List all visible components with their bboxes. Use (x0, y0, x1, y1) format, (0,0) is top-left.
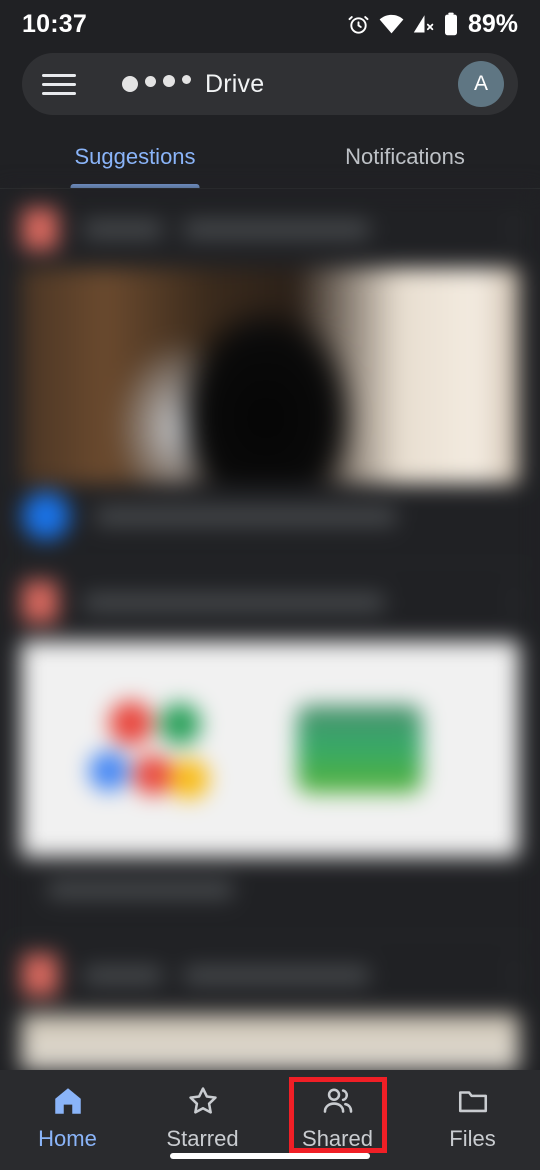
suggestion-card[interactable] (0, 563, 540, 936)
wifi-icon (379, 14, 404, 34)
drive-app-bar[interactable]: Drive A (22, 53, 518, 115)
avatar[interactable]: A (458, 61, 504, 107)
suggestion-card[interactable] (0, 190, 540, 563)
subtitle-text-redacted (48, 880, 233, 898)
nav-item-shared[interactable]: Shared (270, 1084, 405, 1152)
card-title-redacted (84, 220, 502, 238)
cellular-signal-off-icon (413, 14, 435, 34)
alarm-icon (347, 13, 370, 36)
pdf-file-icon (22, 581, 58, 623)
drive-app-screen: 10:37 89% Drive A Suggestions Notificati… (0, 0, 540, 1170)
status-icon-group: 89% (347, 10, 518, 39)
photo-thumbnail[interactable] (21, 1014, 519, 1070)
suggestions-feed[interactable] (0, 190, 540, 1070)
app-title: Drive (205, 69, 265, 98)
card-activity-row (0, 484, 540, 548)
tab-suggestions[interactable]: Suggestions (0, 125, 270, 188)
card-subtitle-row (0, 857, 540, 921)
google-drive-logo-icon (122, 74, 191, 94)
gesture-navigation-bar (170, 1153, 370, 1159)
battery-percent-label: 89% (467, 9, 518, 38)
tab-notifications[interactable]: Notifications (270, 125, 540, 188)
card-title-redacted (84, 593, 502, 611)
nav-label-files: Files (449, 1126, 496, 1151)
pdf-file-icon (22, 954, 58, 996)
photo-thumbnail[interactable] (21, 268, 519, 484)
tab-bar: Suggestions Notifications (0, 125, 540, 189)
user-avatar (22, 492, 70, 540)
people-icon (321, 1084, 355, 1118)
card-title-redacted (84, 966, 502, 984)
nav-label-home: Home (38, 1126, 97, 1151)
home-icon (51, 1084, 85, 1118)
pdf-file-icon (22, 208, 58, 250)
nav-item-files[interactable]: Files (405, 1084, 540, 1152)
card-header (0, 563, 540, 641)
suggestion-card[interactable] (0, 936, 540, 1070)
nav-item-starred[interactable]: Starred (135, 1084, 270, 1152)
more-vert-icon[interactable] (512, 215, 518, 243)
card-header (0, 190, 540, 268)
bottom-navigation-bar: Home Starred Shared Files (0, 1070, 540, 1170)
green-box-graphic (297, 705, 422, 793)
colorful-dots-graphic (81, 689, 231, 809)
nav-label-shared: Shared (302, 1126, 373, 1151)
folder-icon (456, 1084, 490, 1118)
nav-item-home[interactable]: Home (0, 1084, 135, 1152)
document-thumbnail[interactable] (21, 641, 519, 857)
status-bar: 10:37 89% (0, 0, 540, 48)
nav-label-starred: Starred (166, 1126, 239, 1151)
card-header (0, 936, 540, 1014)
hamburger-menu-icon[interactable] (42, 67, 76, 101)
more-vert-icon[interactable] (512, 588, 518, 616)
status-time: 10:37 (22, 9, 87, 38)
star-icon (186, 1084, 220, 1118)
more-vert-icon[interactable] (512, 961, 518, 989)
activity-text-redacted (96, 507, 396, 525)
battery-icon (444, 12, 458, 36)
